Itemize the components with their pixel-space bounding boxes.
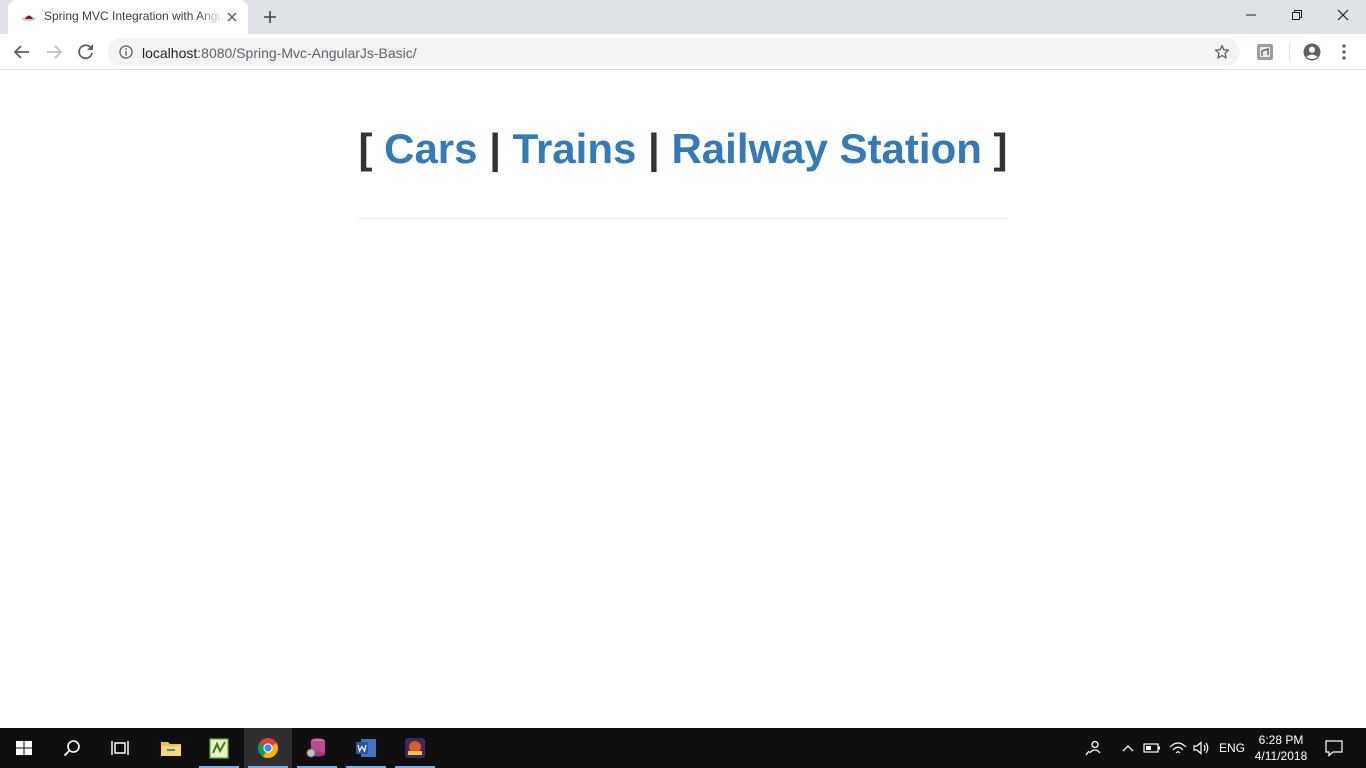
site-info-icon[interactable] xyxy=(119,45,133,59)
nav-link-cars[interactable]: Cars xyxy=(384,125,477,172)
nav-separator: | xyxy=(648,125,660,172)
notepad-plus-icon[interactable] xyxy=(195,728,243,768)
minimize-icon[interactable] xyxy=(1228,0,1274,30)
open-bracket: [ xyxy=(358,125,373,172)
toolbar-divider xyxy=(1289,44,1290,60)
nav-link-trains[interactable]: Trains xyxy=(513,125,637,172)
close-window-icon[interactable] xyxy=(1320,0,1366,30)
database-tool-icon[interactable] xyxy=(293,728,341,768)
people-icon[interactable] xyxy=(1083,738,1103,758)
url-text[interactable]: localhost:8080/Spring-Mvc-AngularJs-Basi… xyxy=(142,45,417,61)
input-language[interactable]: ENG xyxy=(1219,741,1245,755)
chrome-icon[interactable] xyxy=(244,728,292,768)
browser-tab[interactable]: Spring MVC Integration with AngularJs xyxy=(8,0,248,34)
task-view-icon[interactable] xyxy=(96,728,144,768)
chevron-up-icon[interactable] xyxy=(1118,738,1138,758)
game-icon[interactable] xyxy=(391,728,439,768)
page-container: [ Cars | Trains | Railway Station ] xyxy=(358,71,1008,219)
browser-menu-icon[interactable] xyxy=(1336,42,1352,62)
page-nav-heading: [ Cars | Trains | Railway Station ] xyxy=(358,125,1008,173)
browser-toolbar: localhost:8080/Spring-Mvc-AngularJs-Basi… xyxy=(0,34,1366,70)
nav-separator: | xyxy=(489,125,501,172)
close-bracket: ] xyxy=(993,125,1008,172)
forward-arrow-icon[interactable] xyxy=(43,41,65,63)
volume-icon[interactable] xyxy=(1191,738,1211,758)
battery-icon[interactable] xyxy=(1142,738,1162,758)
clock-date: 4/11/2018 xyxy=(1254,749,1308,763)
tab-title: Spring MVC Integration with AngularJs xyxy=(44,9,224,23)
clock-time: 6:28 PM xyxy=(1258,733,1304,747)
tab-strip: Spring MVC Integration with AngularJs xyxy=(0,0,1366,34)
url-path: :8080/Spring-Mvc-AngularJs-Basic/ xyxy=(197,45,417,61)
favicon-icon xyxy=(21,10,37,24)
profile-avatar-icon[interactable] xyxy=(1302,42,1322,62)
notification-icon[interactable] xyxy=(1324,738,1344,758)
system-clock[interactable]: 6:28 PM 4/11/2018 xyxy=(1252,732,1310,764)
windows-taskbar: ENG 6:28 PM 4/11/2018 xyxy=(0,728,1366,768)
restore-icon[interactable] xyxy=(1274,0,1320,30)
page-divider xyxy=(358,218,1008,219)
wifi-icon[interactable] xyxy=(1168,738,1188,758)
address-bar[interactable]: localhost:8080/Spring-Mvc-AngularJs-Basi… xyxy=(108,38,1240,66)
word-icon[interactable] xyxy=(342,728,390,768)
bookmark-star-icon[interactable] xyxy=(1214,44,1230,60)
reload-icon[interactable] xyxy=(75,41,97,63)
page-viewport: [ Cars | Trains | Railway Station ] xyxy=(0,71,1366,728)
extension-icon[interactable] xyxy=(1256,43,1274,61)
start-icon[interactable] xyxy=(0,728,48,768)
back-arrow-icon[interactable] xyxy=(11,41,33,63)
new-tab-icon[interactable] xyxy=(260,7,280,27)
file-explorer-icon[interactable] xyxy=(147,728,195,768)
nav-link-railway-station[interactable]: Railway Station xyxy=(671,125,981,172)
url-host: localhost xyxy=(142,45,198,61)
search-icon[interactable] xyxy=(48,728,96,768)
tab-close-icon[interactable] xyxy=(224,9,240,25)
